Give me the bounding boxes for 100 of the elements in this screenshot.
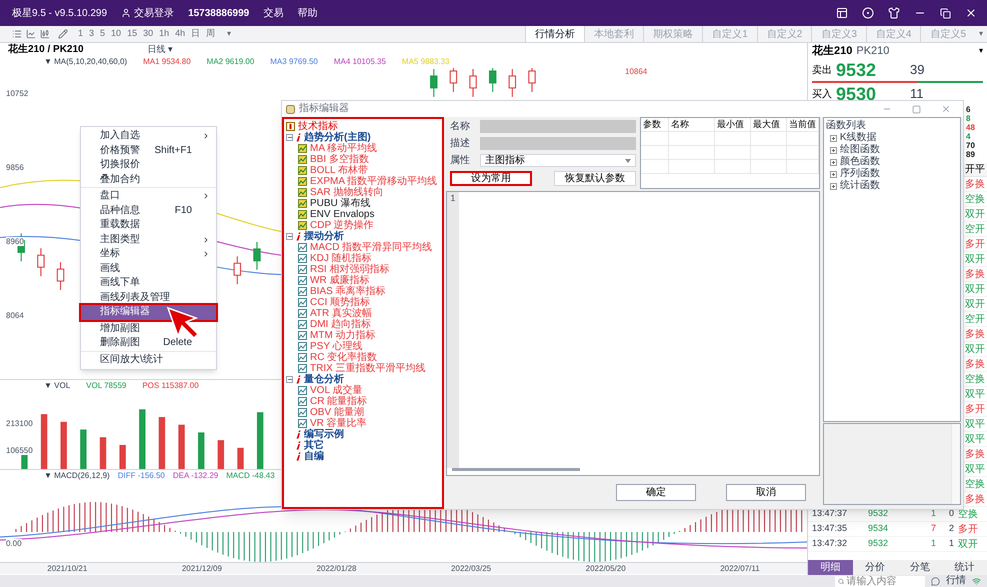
interval-button[interactable]: 1h <box>159 27 170 41</box>
tree-root[interactable]: 技术指标 <box>298 121 338 132</box>
tree-item[interactable]: CCI 顺势指标 <box>310 297 370 308</box>
tree-item[interactable]: PUBU 瀑布线 <box>310 198 371 209</box>
panel-tab[interactable]: 明细 <box>808 560 853 575</box>
horizontal-scrollbar[interactable] <box>452 468 580 471</box>
tree-item[interactable]: BOLL 布林带 <box>310 165 368 176</box>
tree-item[interactable]: VR 容量比率 <box>310 418 367 429</box>
menu-item[interactable]: 主图类型 <box>81 232 216 247</box>
function-category[interactable]: 颜色函数 <box>840 156 880 168</box>
menu-item[interactable]: 区间放大\统计 <box>81 352 216 367</box>
indicator-toggle[interactable]: ▼ MACD(26,12,9) <box>44 470 110 482</box>
maximize-button[interactable] <box>912 104 921 114</box>
menu-item[interactable]: 交易 <box>263 6 284 20</box>
interval-button[interactable]: 4h <box>175 27 186 41</box>
chat-icon[interactable] <box>931 576 940 586</box>
collapse-toggle-icon[interactable] <box>286 233 293 240</box>
interval-button[interactable]: 10 <box>111 27 122 41</box>
menu-item[interactable]: 盘口 <box>81 189 216 204</box>
collapse-toggle-icon[interactable] <box>286 134 293 141</box>
more-button[interactable]: ▾ <box>227 28 232 40</box>
interval-button[interactable]: 日 <box>191 27 200 41</box>
interval-button[interactable]: 15 <box>127 27 138 41</box>
collapse-toggle-icon[interactable] <box>286 376 293 383</box>
tree-group[interactable]: 趋势分析(主图) <box>304 132 371 143</box>
tabs-more-button[interactable]: ▾ <box>975 28 987 40</box>
select-field[interactable]: 主图指标 <box>480 154 636 167</box>
tree-item[interactable]: TRIX 三重指数平滑平均线 <box>310 363 426 374</box>
menu-item[interactable]: 帮助 <box>297 6 318 20</box>
tree-group[interactable]: 量仓分析 <box>304 374 344 385</box>
menu-item[interactable]: 删除副图 Delete <box>81 336 216 350</box>
panel-tab[interactable]: 统计 <box>942 560 987 575</box>
code-editor[interactable]: 1 <box>446 191 820 476</box>
function-category[interactable]: 统计函数 <box>840 180 880 192</box>
tree-group[interactable]: 摆动分析 <box>304 231 344 242</box>
restore-button[interactable] <box>940 8 951 18</box>
tree-item[interactable]: OBV 能量潮 <box>310 407 364 418</box>
search-field[interactable]: 请输入内容 <box>835 576 925 586</box>
interval-button[interactable]: 30 <box>143 27 154 41</box>
menu-item[interactable]: 品种信息 F10 <box>81 204 216 218</box>
tree-item[interactable]: VOL 成交量 <box>310 385 362 396</box>
tree-item[interactable]: RSI 相对强弱指标 <box>310 264 390 275</box>
indicator-toggle[interactable]: ▼ MA(5,10,20,40,60,0) <box>44 56 128 68</box>
tree-item[interactable]: RC 变化率指数 <box>310 352 378 363</box>
dialog-button[interactable]: 取消 <box>726 484 806 501</box>
form-button[interactable]: 设为常用 <box>450 171 532 186</box>
tree-item[interactable]: KDJ 随机指标 <box>310 253 372 264</box>
tree-item[interactable]: ATR 真实波幅 <box>310 308 372 319</box>
indicator-toggle[interactable]: ▼ VOL <box>44 380 70 392</box>
function-category[interactable]: 序列函数 <box>840 168 880 180</box>
tree-item[interactable]: CR 能量指标 <box>310 396 368 407</box>
dialog-button[interactable]: 确定 <box>616 484 696 501</box>
market-status[interactable]: 行情 <box>946 575 966 587</box>
tree-item[interactable]: BBI 多空指数 <box>310 154 369 165</box>
period-selector[interactable]: 日线 ▾ <box>148 43 174 56</box>
menu-item[interactable]: 切换报价 <box>81 158 216 172</box>
target-icon[interactable] <box>862 7 874 19</box>
login-link[interactable]: 交易登录 <box>134 6 174 20</box>
expand-toggle-icon[interactable] <box>830 134 837 142</box>
input-field[interactable] <box>480 120 636 133</box>
expand-toggle-icon[interactable] <box>830 146 837 154</box>
panel-tab[interactable]: 分价 <box>852 560 898 575</box>
tree-item[interactable]: DMI 趋向指标 <box>310 319 372 330</box>
panel-tab[interactable]: 分笔 <box>898 560 942 575</box>
candlestick-icon[interactable] <box>40 29 50 39</box>
tree-group[interactable]: 其它 <box>304 440 324 451</box>
menu-item[interactable]: 增加副图 <box>81 322 216 336</box>
menu-item[interactable]: 坐标 <box>81 247 216 262</box>
dropdown-caret[interactable]: ▾ <box>979 45 983 57</box>
tree-group[interactable]: 编写示例 <box>304 429 344 440</box>
form-button[interactable]: 恢复默认参数 <box>554 171 636 186</box>
tree-item[interactable]: MTM 动力指标 <box>310 330 376 341</box>
interval-button[interactable]: 3 <box>89 27 94 41</box>
menu-item[interactable]: 画线列表及管理 <box>81 290 216 305</box>
menu-item[interactable]: 叠加合约 <box>81 172 216 187</box>
tree-item[interactable]: EXPMA 指数平滑移动平均线 <box>310 176 438 187</box>
tree-group[interactable]: 自编 <box>304 451 324 462</box>
interval-button[interactable]: 1 <box>78 27 84 41</box>
line-chart-icon[interactable] <box>26 29 36 39</box>
tree-item[interactable]: MACD 指数平滑异同平均线 <box>310 242 432 253</box>
interval-button[interactable]: 周 <box>206 27 216 41</box>
close-button[interactable] <box>965 7 977 19</box>
vertical-scrollbar[interactable] <box>951 424 960 504</box>
expand-toggle-icon[interactable] <box>830 170 837 178</box>
tree-item[interactable]: ENV Envalops <box>310 209 374 220</box>
menu-item[interactable]: 指标编辑器 <box>81 305 216 320</box>
pencil-icon[interactable] <box>58 29 68 39</box>
tree-item[interactable]: SAR 抛物线转向 <box>310 187 384 198</box>
list-icon[interactable] <box>12 29 22 39</box>
tree-item[interactable]: CDP 逆势操作 <box>310 220 374 231</box>
tree-item[interactable]: PSY 心理线 <box>310 341 363 352</box>
menu-item[interactable]: 重载数据 <box>81 218 216 232</box>
tree-item[interactable]: MA 移动平均线 <box>310 143 378 154</box>
tree-item[interactable]: BIAS 乖离率指标 <box>310 286 386 297</box>
workspace-tab[interactable]: 行情分析 <box>525 26 584 42</box>
layout-icon[interactable] <box>836 7 848 19</box>
input-field[interactable] <box>480 137 636 150</box>
function-category[interactable]: 绘图函数 <box>840 144 880 156</box>
interval-button[interactable]: 5 <box>100 27 106 41</box>
function-category[interactable]: K线数据 <box>840 132 877 144</box>
